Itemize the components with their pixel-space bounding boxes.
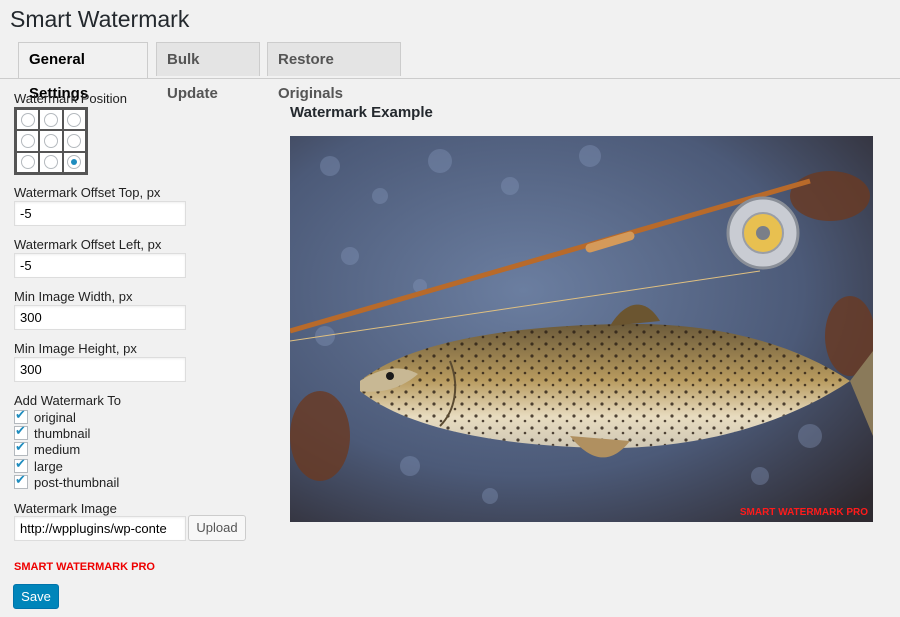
checkbox[interactable] [14,473,28,489]
save-button[interactable]: Save [13,584,59,609]
position-label: Watermark Position [14,91,127,106]
watermark-image-field[interactable] [14,516,186,541]
checkbox-large[interactable]: large [14,457,63,474]
tab-bar: General Settings Bulk Update Restore Ori… [0,42,900,102]
min-height-label: Min Image Height, px [14,341,137,356]
checkbox[interactable] [14,424,28,440]
radio[interactable] [43,112,58,127]
add-to-label: Add Watermark To [14,393,121,408]
watermark-image-label: Watermark Image [14,501,117,516]
checkbox[interactable] [14,440,28,456]
tab-restore-originals[interactable]: Restore Originals [267,42,401,102]
radio[interactable] [43,133,58,148]
checkbox-label: large [34,458,63,474]
offset-left-field[interactable] [14,253,186,278]
min-width-label: Min Image Width, px [14,289,133,304]
position-bottom-center[interactable] [39,151,63,173]
fish-photo-illustration [290,136,873,522]
offset-top-label: Watermark Offset Top, px [14,185,161,200]
checkbox[interactable] [14,408,28,424]
tab-bulk-update[interactable]: Bulk Update [156,42,260,102]
checkbox-original[interactable]: original [14,408,76,425]
radio[interactable] [67,112,82,127]
page-title: Smart Watermark [10,6,190,32]
min-height-field[interactable] [14,357,186,382]
position-top-right[interactable] [62,109,86,131]
radio[interactable] [67,133,82,148]
radio-selected[interactable] [67,155,82,170]
example-title: Watermark Example [290,104,433,121]
position-middle-right[interactable] [62,130,86,152]
checkbox-thumbnail[interactable]: thumbnail [14,424,91,441]
checkbox-label: original [34,409,76,425]
upload-button[interactable]: Upload [188,515,246,541]
radio[interactable] [20,133,35,148]
position-middle-center[interactable] [39,130,63,152]
checkbox-label: thumbnail [34,425,91,441]
radio[interactable] [20,112,35,127]
position-bottom-left[interactable] [16,151,40,173]
checkbox-post-thumbnail[interactable]: post-thumbnail [14,473,120,490]
example-watermark: SMART WATERMARK PRO [739,507,868,518]
checkbox-label: post-thumbnail [34,474,120,490]
position-middle-left[interactable] [16,130,40,152]
radio[interactable] [43,155,58,170]
checkbox-label: medium [34,441,81,457]
min-width-field[interactable] [14,305,186,330]
watermark-image-preview: SMART WATERMARK PRO [14,561,155,573]
position-grid [14,107,88,175]
checkbox[interactable] [14,457,28,473]
position-top-left[interactable] [16,109,40,131]
position-top-center[interactable] [39,109,63,131]
offset-left-label: Watermark Offset Left, px [14,237,162,252]
checkbox-medium[interactable]: medium [14,440,81,457]
radio[interactable] [20,155,35,170]
offset-top-field[interactable] [14,201,186,226]
tab-general-settings[interactable]: General Settings [18,42,148,102]
example-image: SMART WATERMARK PRO [290,136,873,522]
position-bottom-right[interactable] [62,151,86,173]
